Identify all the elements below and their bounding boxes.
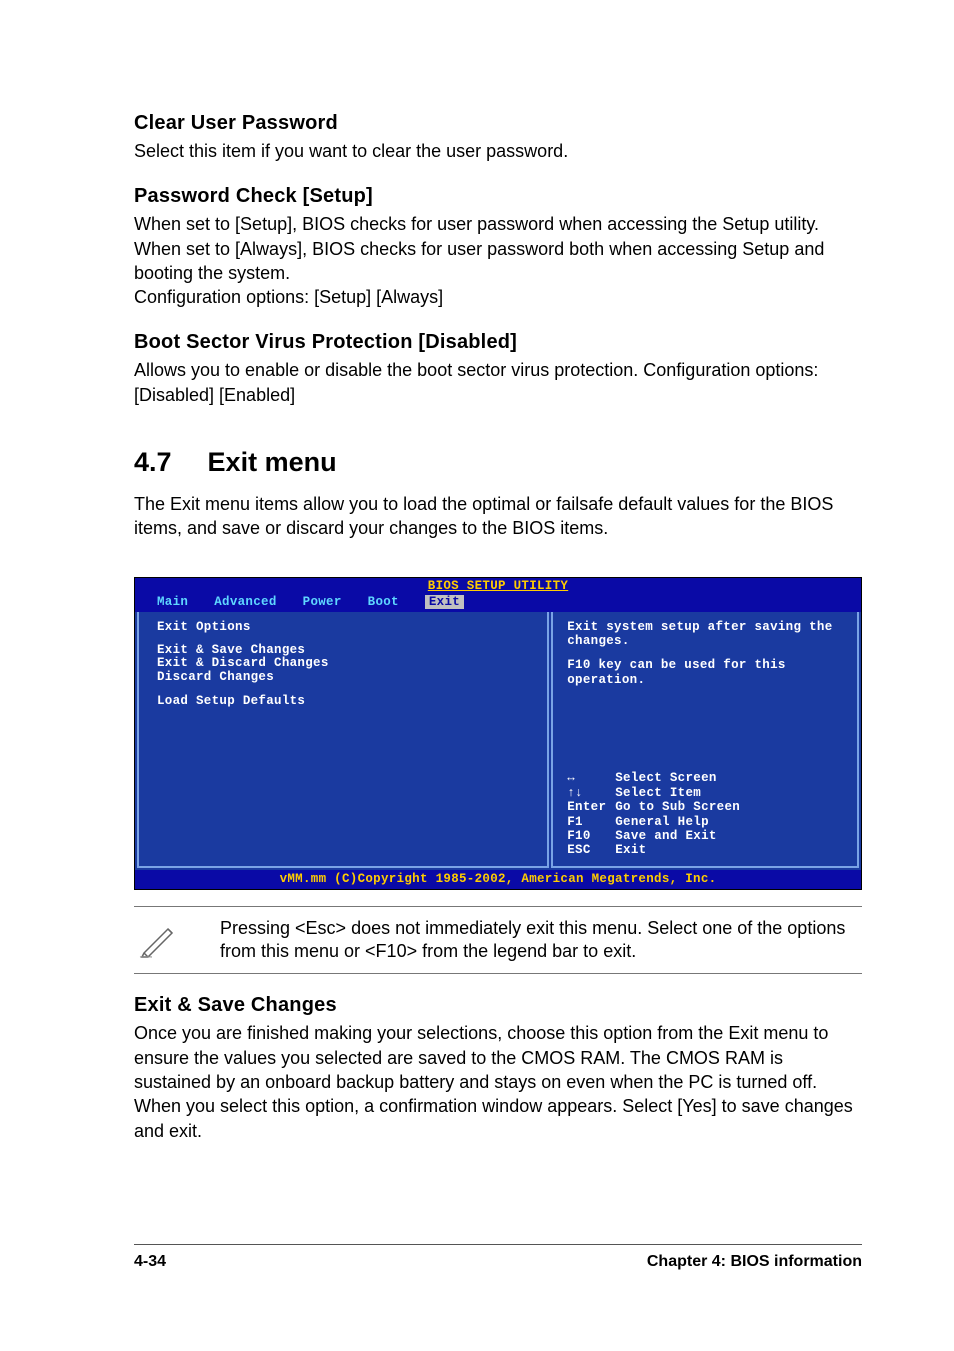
body-exit-menu-intro: The Exit menu items allow you to load th…: [134, 492, 862, 541]
section-name: Exit menu: [208, 447, 337, 478]
bios-legend: ↔ Select Screen ↑↓ Select Item Enter Go …: [567, 771, 843, 857]
page-number: 4-34: [134, 1253, 166, 1271]
bios-tab-advanced[interactable]: Advanced: [214, 595, 276, 609]
bios-item-exit-save[interactable]: Exit & Save Changes: [157, 644, 529, 658]
page-content: Clear User Password Select this item if …: [0, 0, 954, 1143]
bios-title: BIOS SETUP UTILITY: [135, 578, 861, 593]
body-clear-user-password: Select this item if you want to clear th…: [134, 139, 862, 163]
bios-legend-key: ↔: [567, 771, 615, 785]
note-text: Pressing <Esc> does not immediately exit…: [220, 917, 862, 964]
bios-legend-row: ↑↓ Select Item: [567, 786, 843, 800]
bios-legend-val: Select Item: [615, 786, 701, 800]
bios-help-line2: F10 key can be used for this operation.: [567, 658, 843, 687]
bios-legend-val: Save and Exit: [615, 829, 716, 843]
bios-body: Exit Options Exit & Save Changes Exit & …: [135, 612, 861, 870]
pencil-icon: [138, 919, 178, 959]
heading-clear-user-password: Clear User Password: [134, 112, 862, 135]
bios-tab-power[interactable]: Power: [303, 595, 342, 609]
bios-legend-row: ↔ Select Screen: [567, 771, 843, 785]
note-row: Pressing <Esc> does not immediately exit…: [134, 906, 862, 975]
bios-legend-val: General Help: [615, 815, 709, 829]
bios-footer: vMM.mm (C)Copyright 1985-2002, American …: [135, 870, 861, 889]
bios-legend-key: ESC: [567, 843, 615, 857]
bios-tab-main[interactable]: Main: [157, 595, 188, 609]
page-footer: 4-34 Chapter 4: BIOS information: [134, 1244, 862, 1271]
section-title-exit-menu: 4.7 Exit menu: [134, 447, 862, 478]
bios-screenshot: BIOS SETUP UTILITY Main Advanced Power B…: [134, 577, 862, 890]
bios-left-pane: Exit Options Exit & Save Changes Exit & …: [137, 612, 549, 868]
bios-item-discard[interactable]: Discard Changes: [157, 671, 529, 685]
bios-legend-key: F10: [567, 829, 615, 843]
bios-legend-row: F1 General Help: [567, 815, 843, 829]
bios-legend-row: F10 Save and Exit: [567, 829, 843, 843]
bios-help-line1: Exit system setup after saving the chang…: [567, 620, 843, 649]
bios-legend-val: Select Screen: [615, 771, 716, 785]
bios-legend-val: Go to Sub Screen: [615, 800, 740, 814]
bios-left-header: Exit Options: [157, 620, 529, 634]
heading-exit-save: Exit & Save Changes: [134, 994, 862, 1017]
body-exit-save: Once you are finished making your select…: [134, 1021, 862, 1142]
heading-boot-sector: Boot Sector Virus Protection [Disabled]: [134, 331, 862, 354]
bios-legend-row: Enter Go to Sub Screen: [567, 800, 843, 814]
bios-item-load-defaults[interactable]: Load Setup Defaults: [157, 695, 529, 709]
bios-tab-exit[interactable]: Exit: [425, 595, 464, 609]
bios-legend-val: Exit: [615, 843, 646, 857]
body-password-check: When set to [Setup], BIOS checks for use…: [134, 212, 862, 309]
bios-help-text: Exit system setup after saving the chang…: [567, 620, 843, 688]
bios-legend-key: ↑↓: [567, 786, 615, 800]
bios-tabs: Main Advanced Power Boot Exit: [135, 593, 861, 612]
bios-right-pane: Exit system setup after saving the chang…: [551, 612, 859, 868]
chapter-label: Chapter 4: BIOS information: [647, 1253, 862, 1271]
bios-item-exit-discard[interactable]: Exit & Discard Changes: [157, 657, 529, 671]
body-boot-sector: Allows you to enable or disable the boot…: [134, 358, 862, 407]
heading-password-check: Password Check [Setup]: [134, 185, 862, 208]
bios-legend-row: ESC Exit: [567, 843, 843, 857]
section-number: 4.7: [134, 447, 172, 478]
bios-legend-key: F1: [567, 815, 615, 829]
bios-tab-boot[interactable]: Boot: [368, 595, 399, 609]
bios-legend-key: Enter: [567, 800, 615, 814]
